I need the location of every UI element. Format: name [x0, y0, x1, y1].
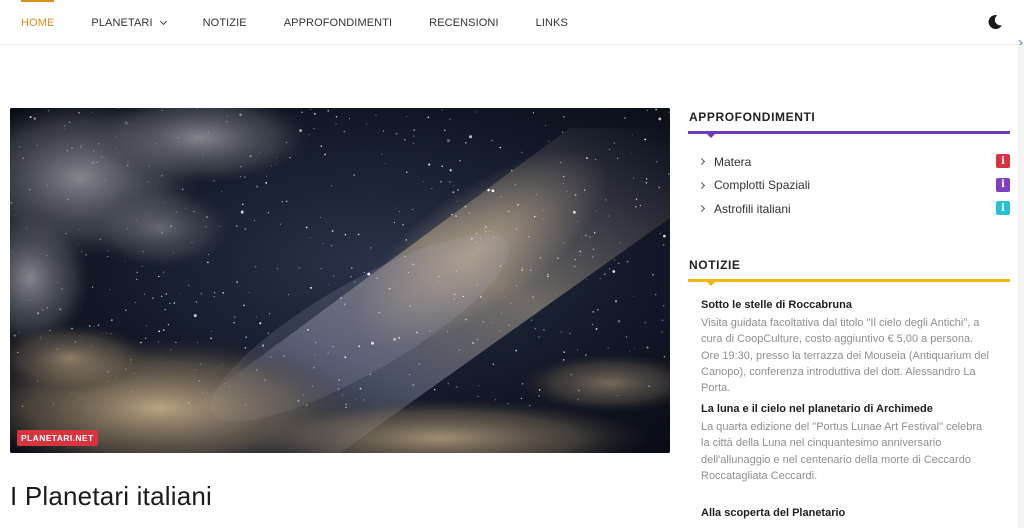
milky-way-photo — [10, 108, 670, 453]
list-item-matera[interactable]: Matera i — [697, 150, 1010, 174]
chevron-right-icon — [697, 181, 706, 189]
approfondimenti-divider — [688, 131, 1010, 138]
nav-notizie-label: NOTIZIE — [202, 16, 247, 29]
nav-home[interactable]: HOME — [9, 0, 66, 45]
category-label: Complotti Spaziali — [714, 178, 811, 193]
news-item: Alla scoperta del Planetario — [701, 507, 991, 523]
nav-links-label: LINKS — [535, 16, 568, 29]
scrollbar[interactable] — [1018, 45, 1024, 528]
page-title[interactable]: I Planetari italiani — [10, 481, 212, 512]
info-icon: i — [996, 154, 1010, 168]
top-navigation: HOME PLANETARI NOTIZIE APPROFONDIMENTI R… — [0, 0, 1024, 47]
main-menu: HOME PLANETARI NOTIZIE APPROFONDIMENTI R… — [21, 0, 605, 45]
moon-icon[interactable] — [987, 14, 1003, 30]
news-title[interactable]: Alla scoperta del Planetario — [701, 507, 991, 519]
info-icon: i — [996, 201, 1010, 215]
chevron-right-icon — [697, 158, 706, 166]
nav-links[interactable]: LINKS — [524, 0, 580, 45]
notizie-divider — [688, 279, 1010, 286]
category-label: Matera — [714, 154, 752, 169]
news-title[interactable]: La luna e il cielo nel planetario di Arc… — [701, 403, 991, 415]
nav-recensioni[interactable]: RECENSIONI — [417, 0, 510, 45]
nav-approfondimenti[interactable]: APPROFONDIMENTI — [272, 0, 404, 45]
nav-approfondimenti-label: APPROFONDIMENTI — [283, 16, 393, 29]
nav-planetari[interactable]: PLANETARI — [79, 0, 177, 45]
info-icon: i — [996, 177, 1010, 192]
source-badge[interactable]: PLANETARI.NET — [17, 430, 98, 446]
nav-notizie[interactable]: NOTIZIE — [191, 0, 259, 45]
list-item-astrofili-italiani[interactable]: Astrofili italiani i — [697, 197, 1010, 221]
news-item: Sotto le stelle di Roccabruna Visita gui… — [701, 299, 991, 396]
nav-home-label: HOME — [21, 16, 55, 29]
news-item: La luna e il cielo nel planetario di Arc… — [701, 403, 991, 484]
nav-recensioni-label: RECENSIONI — [429, 16, 499, 29]
category-label: Astrofili italiani — [714, 201, 791, 216]
chevron-down-icon — [159, 17, 167, 25]
notizie-widget-title: NOTIZIE — [689, 258, 741, 272]
approfondimenti-list: Matera i Complotti Spaziali i Astrofili … — [697, 150, 1010, 221]
news-excerpt: La quarta edizione del "Portus Lunae Art… — [701, 421, 983, 482]
news-excerpt: Visita guidata facoltativa dal titolo "I… — [701, 317, 989, 395]
hero-image[interactable] — [10, 108, 670, 453]
list-item-complotti-spaziali[interactable]: Complotti Spaziali i — [697, 174, 1010, 198]
approfondimenti-widget-title: APPROFONDIMENTI — [689, 110, 816, 124]
chevron-right-icon — [697, 205, 706, 213]
news-title[interactable]: Sotto le stelle di Roccabruna — [701, 299, 991, 311]
nav-planetari-label: PLANETARI — [91, 16, 153, 29]
